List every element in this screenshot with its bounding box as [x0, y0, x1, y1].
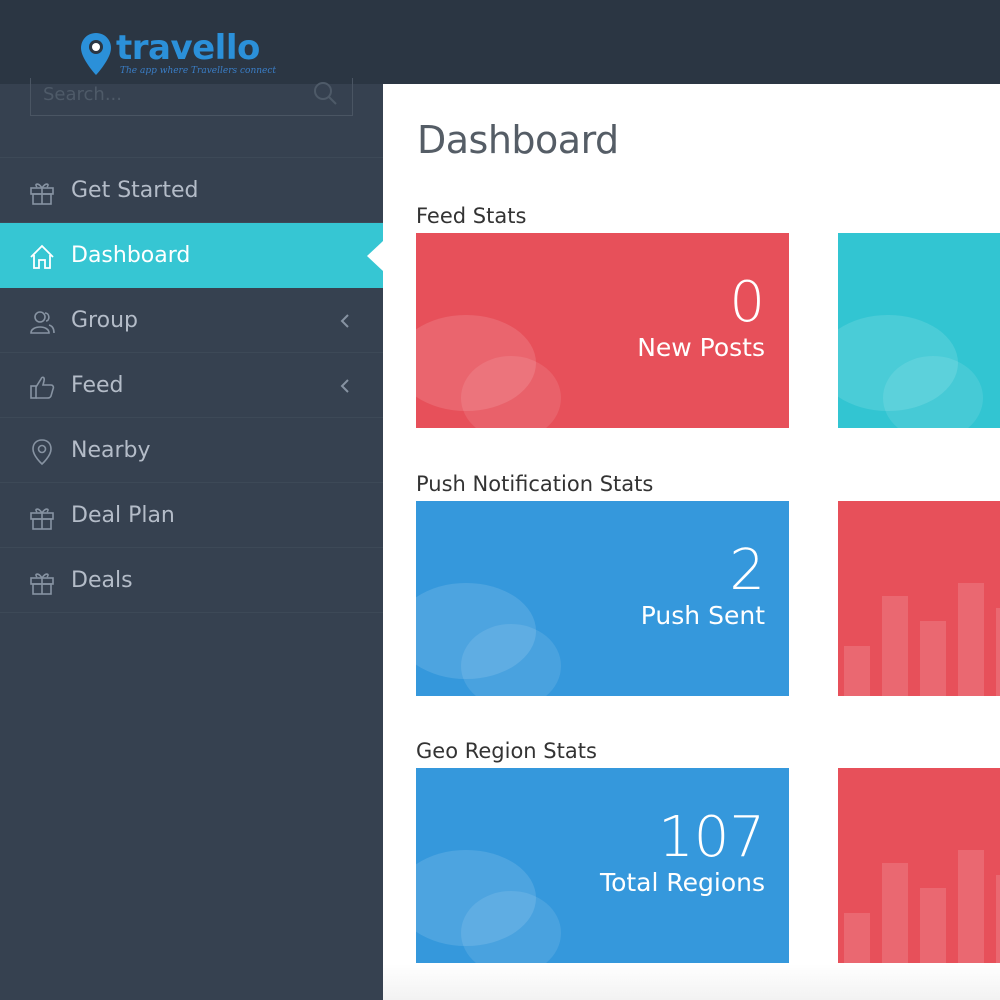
chevron-left-icon — [340, 379, 349, 393]
stat-tile-geo-secondary[interactable] — [838, 768, 1000, 963]
sidebar-item-dashboard[interactable]: Dashboard — [0, 223, 383, 288]
sidebar-item-nearby[interactable]: Nearby — [0, 418, 383, 483]
sidebar-item-label: Feed — [71, 373, 124, 398]
comments-icon — [416, 315, 561, 428]
stat-tile-push-secondary[interactable] — [838, 501, 1000, 696]
gift-icon — [30, 573, 54, 595]
stat-tile-total-regions[interactable]: 107 Total Regions — [416, 768, 789, 963]
map-pin-logo-icon — [81, 33, 111, 75]
search-input[interactable] — [43, 78, 293, 110]
stat-label: Total Regions — [600, 868, 765, 897]
section-title-feed-stats: Feed Stats — [416, 204, 527, 228]
stat-value: 2 — [729, 538, 765, 603]
top-header: travello The app where Travellers connec… — [0, 0, 1000, 84]
search-box — [30, 78, 353, 116]
sidebar-item-group[interactable]: Group — [0, 288, 383, 353]
search-icon[interactable] — [312, 80, 338, 106]
sidebar-item-deals[interactable]: Deals — [0, 548, 383, 613]
bar-chart-icon — [838, 768, 1000, 963]
map-pin-icon — [32, 439, 52, 466]
comments-icon — [838, 315, 983, 428]
gift-icon — [30, 183, 54, 205]
app-name: travello — [116, 28, 260, 68]
sidebar-item-deal-plan[interactable]: Deal Plan — [0, 483, 383, 548]
sidebar-item-label: Dashboard — [71, 243, 191, 268]
sidebar-item-label: Group — [71, 308, 138, 333]
page-footer-shade — [383, 964, 1000, 1000]
gift-icon — [30, 508, 54, 530]
section-title-push-stats: Push Notification Stats — [416, 472, 654, 496]
users-icon — [30, 311, 55, 334]
comments-icon — [416, 583, 561, 696]
stat-value: 0 — [729, 270, 765, 335]
main-content: Dashboard Feed Stats 0 New Posts Push No… — [383, 84, 1000, 1000]
stat-label: New Posts — [637, 333, 765, 362]
sidebar-item-label: Get Started — [71, 178, 199, 203]
sidebar-nav: Get Started Dashboard Group Feed Nearby … — [0, 157, 383, 613]
thumbs-up-icon — [30, 376, 55, 399]
bar-chart-icon — [838, 501, 1000, 696]
section-title-geo-stats: Geo Region Stats — [416, 739, 597, 763]
home-icon — [30, 244, 54, 269]
stat-tile-push-sent[interactable]: 2 Push Sent — [416, 501, 789, 696]
sidebar: Get Started Dashboard Group — [0, 78, 383, 1000]
sidebar-item-get-started[interactable]: Get Started — [0, 158, 383, 223]
stat-value: 107 — [658, 805, 765, 870]
sidebar-item-label: Deal Plan — [71, 503, 175, 528]
page-title: Dashboard — [417, 118, 619, 162]
sidebar-item-label: Deals — [71, 568, 133, 593]
stat-tile-new-posts[interactable]: 0 New Posts — [416, 233, 789, 428]
stat-label: Push Sent — [640, 601, 765, 630]
app-tagline: The app where Travellers connect — [120, 66, 277, 76]
sidebar-item-label: Nearby — [71, 438, 151, 463]
chevron-left-icon — [340, 314, 349, 328]
comments-icon — [416, 850, 561, 963]
sidebar-item-feed[interactable]: Feed — [0, 353, 383, 418]
stat-tile-feed-secondary[interactable] — [838, 233, 1000, 428]
